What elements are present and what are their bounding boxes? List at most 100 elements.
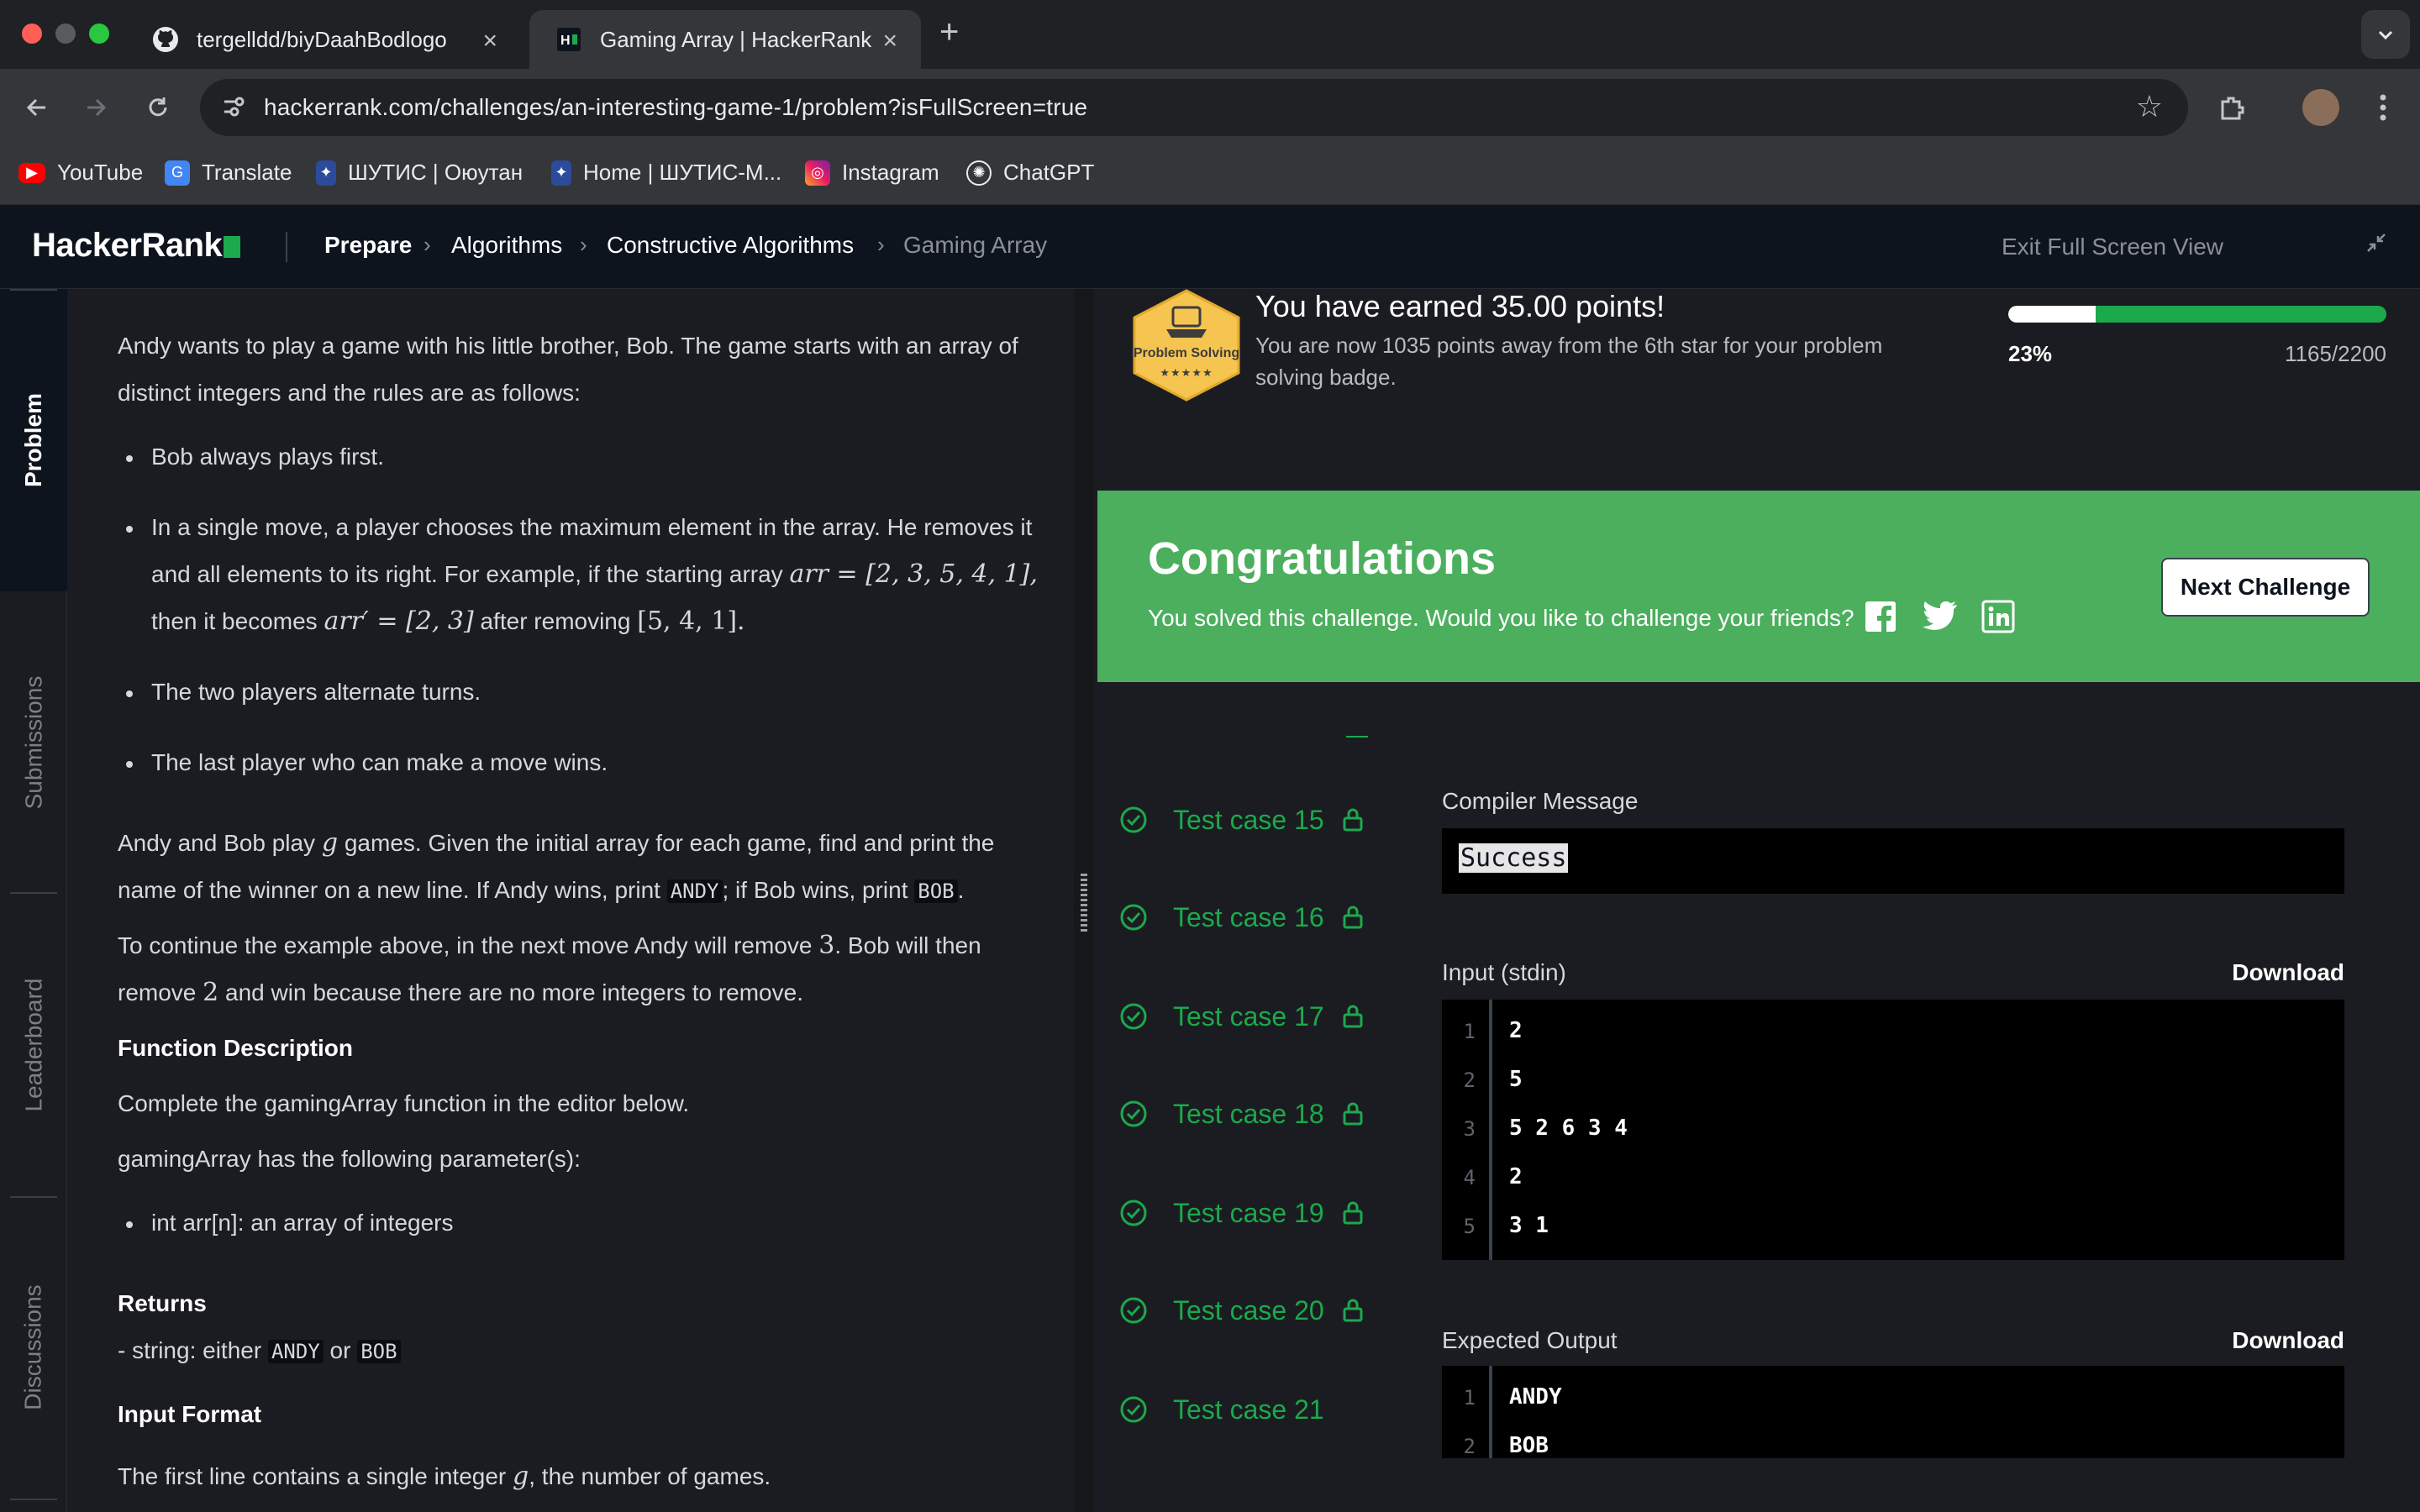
param-1: int arr[n]: an array of integers — [151, 1210, 454, 1236]
facebook-share-button[interactable] — [1862, 598, 1899, 635]
compiler-message-box: Success — [1442, 828, 2344, 894]
new-tab-button[interactable]: + — [939, 13, 959, 51]
progress-fill — [2008, 306, 2096, 323]
exit-fullscreen-link[interactable]: Exit Full Screen View — [2002, 234, 2223, 260]
check-circle-icon — [1120, 1100, 1147, 1127]
check-circle-icon — [1120, 1396, 1147, 1423]
test-case-label: Test case 16 — [1173, 901, 1324, 932]
bookmark-label: ChatGPT — [1003, 160, 1095, 185]
input-download-link[interactable]: Download — [2232, 959, 2344, 986]
badge-label: Problem Solving — [1133, 346, 1240, 360]
bookmark-star-icon[interactable]: ☆ — [2136, 89, 2163, 124]
output-line: BOB — [1509, 1433, 1549, 1458]
browser-tab-title: tergelldd/biyDaahBodlogo — [197, 26, 447, 52]
check-circle-icon — [1120, 1297, 1147, 1324]
bullet — [126, 526, 133, 533]
para-text: - string: either — [118, 1337, 262, 1363]
close-icon[interactable]: × — [482, 27, 497, 55]
collapse-icon[interactable] — [2365, 230, 2388, 261]
bookmark-youtube[interactable]: ▶ YouTube — [18, 160, 143, 186]
arrow-right-icon — [87, 98, 107, 117]
check-circle-icon — [1120, 806, 1147, 833]
tab-problem[interactable]: Problem — [0, 390, 67, 491]
test-case-21[interactable]: Test case 21 — [1119, 1391, 1388, 1428]
breadcrumb-algorithms[interactable]: Algorithms — [451, 232, 562, 259]
input-line: 2 — [1509, 1164, 1523, 1189]
function-parameters: gamingArray has the following parameter(… — [118, 1146, 581, 1172]
test-case-20[interactable]: Test case 20 — [1119, 1292, 1388, 1329]
svg-text:H: H — [560, 34, 571, 48]
arrow-left-icon — [26, 98, 45, 117]
reload-button[interactable] — [139, 89, 176, 126]
input-line: 5 2 6 3 4 — [1509, 1116, 1628, 1141]
paragraph-1-line-2: name of the winner on a new line. If And… — [118, 867, 1084, 915]
test-case-15[interactable]: Test case 15 — [1119, 801, 1388, 838]
minimize-window-button[interactable] — [55, 24, 76, 44]
test-case-17[interactable]: Test case 17 — [1119, 998, 1388, 1035]
bookmark-shutis-student[interactable]: ✦ ШУТИС | Оюутан — [316, 160, 523, 186]
profile-avatar[interactable] — [2302, 89, 2339, 126]
para-text: . Bob will then — [834, 932, 981, 958]
para-text: ; if Bob wins, print — [722, 877, 908, 903]
bookmark-label: Translate — [202, 160, 292, 185]
check-circle-icon — [1120, 1200, 1147, 1226]
breadcrumb-prepare[interactable]: Prepare — [324, 232, 412, 259]
next-challenge-button[interactable]: Next Challenge — [2161, 558, 2370, 617]
browser-tab-hackerrank[interactable]: H Gaming Array | HackerRank × — [529, 10, 921, 69]
line-number: 5 — [1463, 1215, 1476, 1238]
lock-icon — [1343, 1102, 1363, 1126]
bookmark-label: ШУТИС | Оюутан — [348, 160, 523, 185]
extensions-button[interactable] — [2213, 89, 2250, 126]
returns-heading: Returns — [118, 1290, 207, 1316]
function-description-heading: Function Description — [118, 1035, 353, 1061]
code-andy: ANDY — [267, 1340, 324, 1363]
linkedin-share-button[interactable] — [1980, 598, 2017, 635]
kebab-menu-icon — [2380, 94, 2386, 121]
tab-leaderboard[interactable]: Leaderboard — [0, 978, 67, 1112]
expected-output-download-link[interactable]: Download — [2232, 1327, 2344, 1354]
line-number: 1 — [1463, 1020, 1476, 1043]
twitter-icon — [1923, 601, 1957, 630]
test-case-19[interactable]: Test case 19 — [1119, 1194, 1388, 1231]
tab-label: Leaderboard — [20, 978, 46, 1112]
grip-icon — [1081, 874, 1087, 932]
para-text: . — [957, 877, 965, 903]
test-case-16[interactable]: Test case 16 — [1119, 899, 1388, 936]
code-bob: BOB — [914, 879, 958, 903]
rule-4: The last player who can make a move wins… — [151, 749, 608, 775]
bookmark-instagram[interactable]: ◎ Instagram — [805, 160, 939, 186]
tab-search-button[interactable] — [2361, 10, 2410, 59]
rail-divider — [10, 1196, 57, 1198]
tab-label: Submissions — [20, 675, 47, 810]
browser-tab-github[interactable]: tergelldd/biyDaahBodlogo × — [126, 10, 521, 69]
forward-button[interactable] — [77, 89, 114, 126]
reload-icon — [149, 97, 167, 117]
zoom-window-button[interactable] — [89, 24, 109, 44]
test-case-18[interactable]: Test case 18 — [1119, 1095, 1388, 1132]
expected-output-box: 1 ANDY 2 BOB — [1442, 1366, 2344, 1458]
tab-discussions[interactable]: Discussions — [0, 1280, 67, 1415]
problem-statement: Andy wants to play a game with his littl… — [67, 289, 1074, 1512]
close-icon[interactable]: × — [882, 27, 897, 55]
bookmark-shutis-home[interactable]: ✦ Home | ШУТИС-М... — [551, 160, 781, 186]
breadcrumb-current: Gaming Array — [903, 232, 1048, 258]
site-info-icon[interactable] — [220, 94, 245, 119]
paragraph-2-line-1: To continue the example above, in the ne… — [118, 922, 1084, 969]
bullet — [126, 690, 133, 697]
chevron-right-icon: › — [877, 232, 885, 257]
twitter-share-button[interactable] — [1921, 598, 1958, 635]
address-bar[interactable]: hackerrank.com/challenges/an-interesting… — [200, 79, 2188, 136]
bullet — [126, 761, 133, 768]
browser-menu-button[interactable] — [2365, 89, 2402, 126]
compiler-message-label: Compiler Message — [1442, 788, 1639, 814]
bookmark-chatgpt[interactable]: ✺ ChatGPT — [966, 160, 1094, 186]
tab-submissions[interactable]: Submissions — [0, 675, 67, 810]
breadcrumb-constructive-algorithms[interactable]: Constructive Algorithms — [607, 232, 854, 259]
bookmark-translate[interactable]: G Translate — [165, 160, 292, 186]
tab-label: Problem — [20, 392, 46, 488]
panel-resize-handle[interactable] — [1074, 289, 1094, 1512]
hackerrank-logo[interactable]: HackerRank — [32, 227, 241, 265]
close-window-button[interactable] — [22, 24, 42, 44]
back-button[interactable] — [18, 89, 55, 126]
congrats-title: Congratulations — [1148, 533, 1496, 584]
